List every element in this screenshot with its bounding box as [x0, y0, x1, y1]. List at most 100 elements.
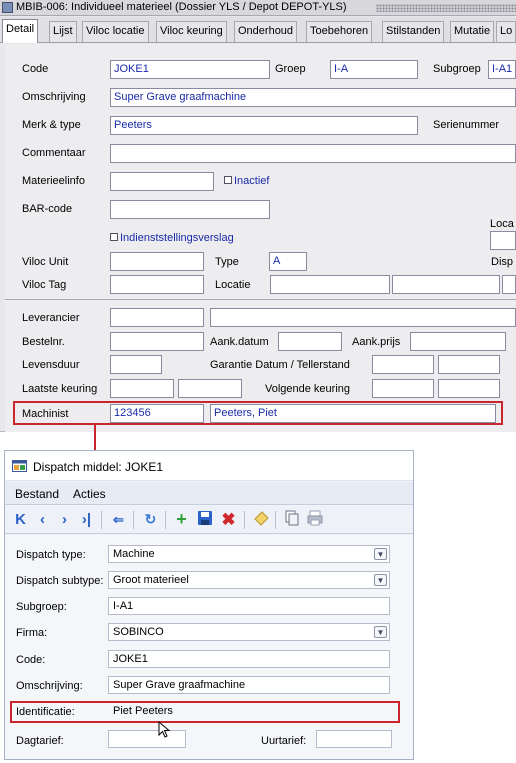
copy-icon[interactable] [282, 510, 301, 529]
dispatch-menubar: Bestand Acties [5, 482, 413, 505]
bestelnr-field[interactable] [110, 332, 204, 351]
tab-viloc-locatie[interactable]: Viloc locatie [82, 21, 149, 42]
code-label: Code [22, 63, 49, 75]
refresh-icon[interactable]: ↻ [141, 510, 160, 529]
omschrijving-label: Omschrijving [22, 91, 86, 103]
inactief-checkbox[interactable]: Inactief [224, 175, 269, 187]
code-label-2: Code: [16, 654, 46, 666]
tab-onderhoud[interactable]: Onderhoud [234, 21, 298, 42]
print-icon[interactable] [305, 510, 324, 529]
locatie-field-3[interactable] [502, 275, 516, 294]
subgroep-label-2: Subgroep: [16, 601, 67, 613]
dispatch-subtype-select[interactable]: Groot materieel ▼ [108, 571, 390, 589]
locatie-field-2[interactable] [392, 275, 500, 294]
next-icon[interactable]: › [55, 510, 74, 529]
uurtarief-field[interactable] [316, 730, 392, 748]
inactief-label: Inactief [234, 175, 270, 187]
toolbar-separator [275, 511, 276, 529]
leverancier-label: Leverancier [22, 312, 80, 324]
add-icon[interactable]: + [172, 510, 191, 529]
type-field[interactable]: A [269, 252, 307, 271]
loca-label: Loca [490, 218, 514, 230]
laatste-keuring-value-field[interactable] [178, 379, 242, 398]
laatste-keuring-label: Laatste keuring [22, 383, 98, 395]
materieel-titlebar: MBIB-006: Individueel materieel (Dossier… [0, 0, 516, 16]
code-field-2[interactable]: JOKE1 [108, 650, 390, 668]
aank-prijs-field[interactable] [410, 332, 506, 351]
leverancier-name-field[interactable] [210, 308, 516, 327]
subgroep-label: Subgroep [433, 63, 481, 75]
volgende-keuring-date-field[interactable] [372, 379, 434, 398]
garantie-datum-field[interactable] [372, 355, 434, 374]
tab-lijst[interactable]: Lijst [49, 21, 77, 42]
materieelinfo-label: Materieelinfo [22, 175, 85, 187]
tellerstand-field[interactable] [438, 355, 500, 374]
dispatch-type-select[interactable]: Machine ▼ [108, 545, 390, 563]
code-field[interactable]: JOKE1 [110, 60, 270, 79]
disp-label: Disp [491, 256, 514, 268]
chevron-down-icon[interactable]: ▼ [374, 574, 387, 586]
first-icon[interactable]: K [11, 510, 30, 529]
locatie-field-1[interactable] [270, 275, 390, 294]
merk-type-field[interactable]: Peeters [110, 116, 418, 135]
identificatie-highlight [10, 701, 400, 723]
system-menu-icon[interactable] [2, 2, 13, 13]
barcode-label: BAR-code [22, 203, 73, 215]
omschrijving-field-2[interactable]: Super Grave graafmachine [108, 676, 390, 694]
chevron-down-icon[interactable]: ▼ [374, 626, 387, 638]
firma-select[interactable]: SOBINCO ▼ [108, 623, 390, 641]
dispatch-window-title: Dispatch middel: JOKE1 [33, 460, 164, 474]
menu-acties[interactable]: Acties [73, 487, 106, 501]
save-icon[interactable] [195, 510, 214, 529]
previous-icon[interactable]: ‹ [33, 510, 52, 529]
machinist-highlight [13, 401, 503, 425]
app-window-icon [12, 460, 27, 472]
toolbar-separator [244, 511, 245, 529]
viloc-tag-label: Viloc Tag [22, 279, 67, 291]
volgende-keuring-label: Volgende keuring [265, 383, 351, 395]
tab-detail[interactable]: Detail [2, 19, 39, 43]
delete-icon[interactable]: ✖ [219, 510, 238, 529]
tab-mutatie[interactable]: Mutatie [450, 21, 495, 42]
uurtarief-label: Uurtarief: [261, 735, 307, 747]
dagtarief-field[interactable] [108, 730, 186, 748]
aank-datum-field[interactable] [278, 332, 342, 351]
menu-bestand[interactable]: Bestand [15, 487, 59, 501]
last-icon[interactable]: ›| [77, 510, 96, 529]
levensduur-field[interactable] [110, 355, 162, 374]
dispatch-type-label: Dispatch type: [16, 549, 86, 561]
aank-prijs-label: Aank.prijs [352, 336, 401, 348]
tab-toebehoren[interactable]: Toebehoren [306, 21, 373, 42]
laatste-keuring-date-field[interactable] [110, 379, 174, 398]
omschrijving-field[interactable]: Super Grave graafmachine [110, 88, 516, 107]
subgroep-field[interactable]: I-A1 [488, 60, 516, 79]
tab-viloc-keuring[interactable]: Viloc keuring [156, 21, 227, 42]
omschrijving-label-2: Omschrijving: [16, 680, 83, 692]
indienst-checkbox[interactable]: Indienststellingsverslag [110, 232, 234, 244]
groep-field[interactable]: I-A [330, 60, 418, 79]
locatie-label: Locatie [215, 279, 251, 291]
materieelinfo-field[interactable] [110, 172, 214, 191]
chevron-down-icon[interactable]: ▼ [374, 548, 387, 560]
leverancier-code-field[interactable] [110, 308, 204, 327]
toolbar-separator [165, 511, 166, 529]
back-icon[interactable]: ⇐ [109, 510, 128, 529]
firma-value: SOBINCO [113, 626, 164, 638]
tab-lo[interactable]: Lo [496, 21, 516, 42]
volgende-keuring-value-field[interactable] [438, 379, 500, 398]
viloc-tag-field[interactable] [110, 275, 204, 294]
merk-type-label: Merk & type [22, 119, 81, 131]
viloc-unit-field[interactable] [110, 252, 204, 271]
toolbar-separator [133, 511, 134, 529]
dispatch-type-value: Machine [113, 548, 155, 560]
commentaar-field[interactable] [110, 144, 516, 163]
dagtarief-label: Dagtarief: [16, 735, 64, 747]
barcode-field[interactable] [110, 200, 270, 219]
clear-icon[interactable] [251, 510, 270, 529]
dispatch-toolbar: K ‹ › ›| ⇐ ↻ + ✖ [5, 506, 413, 534]
aank-datum-label: Aank.datum [210, 336, 269, 348]
loca-field[interactable] [490, 231, 516, 250]
tab-stilstanden[interactable]: Stilstanden [382, 21, 445, 42]
subgroep-field-2[interactable]: I-A1 [108, 597, 390, 615]
mouse-pointer-icon [158, 721, 171, 738]
